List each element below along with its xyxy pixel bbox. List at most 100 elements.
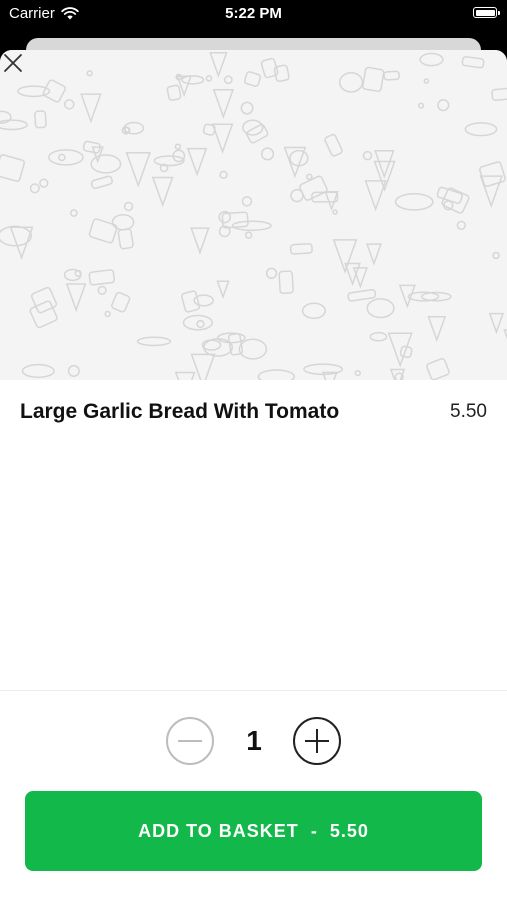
order-footer: 1 ADD TO BASKET - 5.50 — [0, 690, 507, 900]
doodle-shape — [240, 101, 254, 115]
doodle-shape — [39, 178, 49, 188]
doodle-shape — [34, 110, 47, 129]
doodle-shape — [332, 239, 358, 274]
doodle-shape — [479, 161, 506, 188]
doodle-shape — [488, 312, 505, 335]
doodle-shape — [301, 302, 327, 320]
doodle-shape — [80, 93, 102, 124]
doodle-shape — [88, 269, 116, 286]
doodle-shape — [90, 154, 122, 174]
doodle-shape — [257, 369, 296, 380]
doodle-shape — [88, 218, 118, 244]
item-header: Large Garlic Bread With Tomato 5.50 — [20, 400, 487, 424]
doodle-shape — [306, 173, 313, 181]
close-icon[interactable] — [0, 50, 26, 76]
doodle-shape — [278, 270, 294, 295]
doodle-shape — [69, 209, 78, 217]
status-bar: Carrier 5:22 PM — [0, 0, 507, 30]
doodle-shape — [339, 72, 364, 93]
doodle-shape — [125, 152, 151, 188]
doodle-shape — [221, 211, 249, 229]
doodle-shape — [111, 291, 131, 313]
doodle-shape — [347, 288, 377, 302]
doodle-shape — [479, 175, 503, 209]
doodle-shape — [456, 220, 467, 230]
battery-icon — [473, 7, 500, 18]
doodle-shape — [426, 358, 450, 380]
doodle-shape — [492, 251, 500, 260]
doodle-shape — [383, 70, 400, 81]
doodle-shape — [436, 186, 463, 204]
doodle-shape — [0, 119, 28, 131]
doodle-shape — [223, 75, 233, 85]
item-modal: Large Garlic Bread With Tomato 5.50 1 AD… — [0, 50, 507, 900]
food-doodle-pattern — [0, 52, 507, 380]
doodle-shape — [260, 147, 275, 161]
doodle-shape — [290, 188, 304, 203]
doodle-shape — [387, 332, 413, 368]
doodle-shape — [181, 290, 201, 313]
add-to-basket-separator: - — [310, 820, 318, 841]
item-name: Large Garlic Bread With Tomato — [20, 400, 340, 423]
doodle-shape — [354, 369, 361, 377]
doodle-shape — [136, 336, 172, 347]
doodle-shape — [104, 310, 111, 318]
screen: Carrier 5:22 PM Large Garlic Bread With … — [0, 0, 507, 900]
doodle-shape — [352, 267, 369, 289]
quantity-stepper: 1 — [0, 717, 507, 765]
doodle-shape — [186, 147, 208, 177]
quantity-value: 1 — [246, 725, 262, 756]
doodle-shape — [418, 102, 425, 109]
doodle-shape — [365, 243, 382, 266]
doodle-shape — [181, 75, 205, 85]
doodle-shape — [265, 267, 278, 279]
doodle-shape — [29, 300, 58, 329]
doodle-shape — [231, 220, 272, 232]
doodle-shape — [407, 291, 440, 302]
doodle-shape — [117, 228, 134, 250]
doodle-shape — [369, 331, 388, 342]
doodle-shape — [427, 315, 447, 343]
doodle-shape — [437, 99, 450, 112]
doodle-shape — [0, 154, 25, 182]
doodle-shape — [166, 84, 182, 101]
doodle-shape — [111, 213, 135, 231]
doodle-shape — [394, 193, 434, 211]
doodle-shape — [174, 143, 182, 150]
doodle-shape — [491, 87, 507, 101]
doodle-shape — [241, 196, 253, 207]
doodle-shape — [190, 227, 210, 255]
status-time: 5:22 PM — [225, 5, 282, 22]
doodle-shape — [123, 201, 134, 212]
doodle-shape — [212, 88, 235, 119]
doodle-shape — [273, 64, 290, 83]
doodle-shape — [153, 155, 185, 167]
minus-icon[interactable] — [166, 717, 214, 765]
doodle-shape — [419, 52, 444, 67]
doodle-shape — [244, 231, 253, 239]
doodle-shape — [216, 280, 230, 300]
doodle-shape — [219, 170, 228, 180]
doodle-shape — [242, 119, 264, 136]
doodle-shape — [205, 75, 213, 82]
doodle-shape — [48, 149, 84, 166]
doodle-shape — [464, 122, 498, 137]
doodle-shape — [65, 283, 87, 313]
doodle-shape — [67, 364, 80, 377]
doodle-shape — [362, 66, 385, 92]
doodle-shape — [324, 190, 339, 212]
doodle-shape — [362, 150, 373, 161]
doodle-shape — [42, 79, 66, 103]
doodle-shape — [209, 52, 228, 78]
doodle-shape — [97, 285, 107, 295]
add-to-basket-button[interactable]: ADD TO BASKET - 5.50 — [25, 791, 482, 871]
plus-icon[interactable] — [293, 717, 341, 765]
doodle-shape — [21, 363, 55, 379]
add-to-basket-price: 5.50 — [329, 820, 369, 841]
doodle-shape — [243, 71, 262, 87]
doodle-shape — [398, 284, 416, 309]
add-to-basket-label: ADD TO BASKET — [138, 820, 299, 841]
doodle-shape — [324, 133, 343, 157]
doodle-shape — [174, 371, 196, 380]
doodle-shape — [86, 70, 93, 77]
